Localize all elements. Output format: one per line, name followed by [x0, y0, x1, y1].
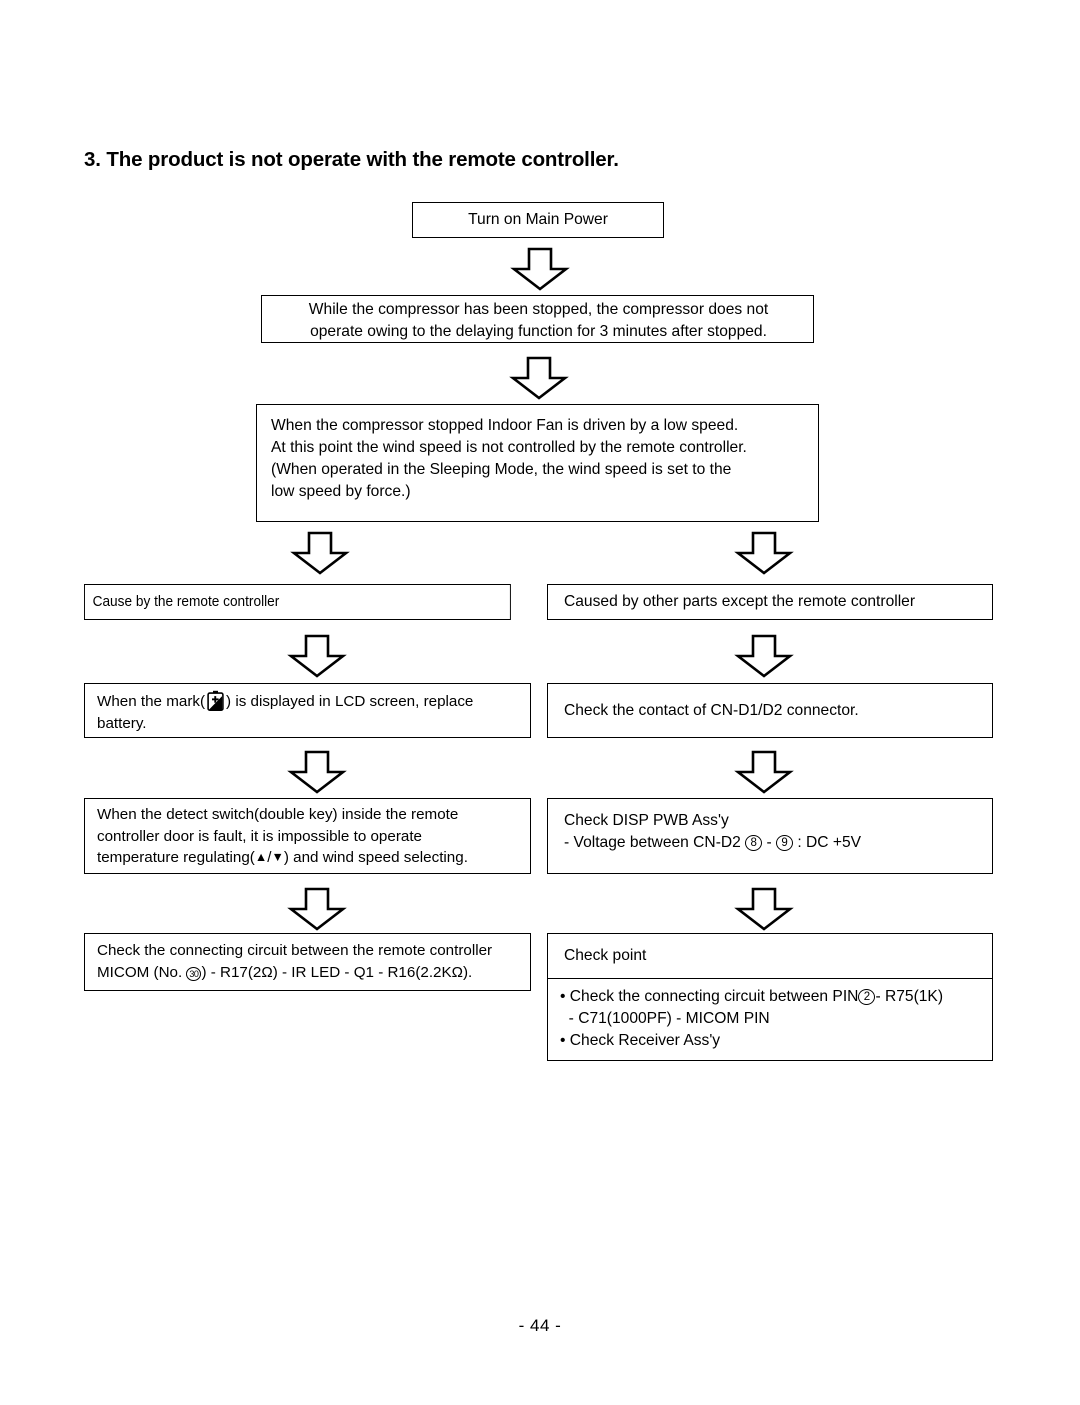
- triangle-up-icon: ▲: [254, 850, 268, 865]
- flow-box-compressor-delay: While the compressor has been stopped, t…: [261, 295, 814, 343]
- down-arrow-icon: [733, 634, 795, 678]
- check-point-bullet-1-continued: - C71(1000PF) - MICOM PIN: [560, 1010, 770, 1028]
- check-point-header: Check point: [548, 934, 992, 979]
- page-number: - 44 -: [518, 1316, 562, 1335]
- fan-note-line-1: When the compressor stopped Indoor Fan i…: [271, 417, 739, 434]
- battery-text-part-2: ) is displayed in LCD screen, replace: [226, 693, 474, 710]
- disp-line-2: - Voltage between CN-D2 8 - 9 : DC +5V: [564, 832, 984, 854]
- down-arrow-icon: [509, 247, 571, 291]
- flow-box-detect-switch: When the detect switch(double key) insid…: [84, 798, 531, 874]
- disp-line-2-separator: -: [762, 834, 777, 852]
- down-arrow-icon: [733, 887, 795, 931]
- flow-box-cause-other-parts: Caused by other parts except the remote …: [547, 584, 993, 620]
- delay-note-line-1: While the compressor has been stopped, t…: [308, 301, 769, 318]
- check-point-bullet-2: • Check Receiver Ass'y: [560, 1032, 721, 1050]
- circled-number-30-icon: 30: [186, 966, 202, 981]
- flow-box-check-disp-pwb: Check DISP PWB Ass'y - Voltage between C…: [547, 798, 993, 874]
- flow-box-label: Turn on Main Power: [468, 211, 608, 228]
- disp-line-2-suffix: : DC +5V: [793, 834, 862, 852]
- triangle-down-icon: ▼: [271, 850, 284, 865]
- down-arrow-icon: [286, 634, 348, 678]
- down-arrow-icon: [733, 750, 795, 794]
- check-point-bullet-1: • Check the connecting circuit between P…: [560, 986, 986, 1008]
- down-arrow-icon: [286, 887, 348, 931]
- battery-low-icon: [207, 690, 224, 711]
- down-arrow-icon: [733, 531, 795, 575]
- down-arrow-icon: [286, 750, 348, 794]
- detect-line-1: When the detect switch(double key) insid…: [97, 806, 459, 823]
- fan-note-line-4: low speed by force.): [271, 483, 411, 501]
- flow-box-cause-remote-controller: Cause by the remote controller: [84, 584, 511, 620]
- fan-note-line-3: (When operated in the Sleeping Mode, the…: [271, 461, 732, 479]
- check-point-bullet-1-suffix: - R75(1K): [875, 988, 944, 1005]
- flow-box-turn-on-main-power: Turn on Main Power: [412, 202, 664, 238]
- detect-line-2: controller door is fault, it is impossib…: [97, 827, 422, 845]
- flow-box-check-point: Check point • Check the connecting circu…: [547, 933, 993, 1061]
- flow-box-label: Caused by other parts except the remote …: [564, 593, 916, 610]
- circled-pin-8-icon: 8: [745, 835, 763, 852]
- detect-line-3: temperature regulating(▲/▼) and wind spe…: [97, 847, 522, 869]
- delay-note-line-2: operate owing to the delaying function f…: [310, 323, 767, 341]
- micom-line-2: MICOM (No. 30) - R17(2Ω) - IR LED - Q1 -…: [97, 962, 522, 984]
- micom-line-2-suffix: ) - R17(2Ω) - IR LED - Q1 - R16(2.2KΩ).: [201, 963, 473, 981]
- detect-line-3-prefix: temperature regulating(: [97, 849, 255, 867]
- flow-box-check-connector: Check the contact of CN-D1/D2 connector.: [547, 683, 993, 738]
- flow-box-label: Cause by the remote controller: [92, 594, 280, 610]
- check-point-bullet-1-prefix: • Check the connecting circuit between P…: [560, 988, 859, 1005]
- flow-box-indoor-fan-note: When the compressor stopped Indoor Fan i…: [256, 404, 819, 522]
- circled-pin-2-icon: 2: [858, 989, 876, 1005]
- flow-box-micom-circuit: Check the connecting circuit between the…: [84, 933, 531, 991]
- flow-box-label: Check the contact of CN-D1/D2 connector.: [564, 702, 859, 719]
- disp-line-1: Check DISP PWB Ass'y: [564, 812, 729, 829]
- page-title: 3. The product is not operate with the r…: [84, 148, 619, 171]
- down-arrow-icon: [289, 531, 351, 575]
- check-point-body: • Check the connecting circuit between P…: [548, 979, 992, 1052]
- flow-box-replace-battery: When the mark( ) is displayed in LCD scr…: [84, 683, 531, 738]
- circled-pin-9-icon: 9: [776, 835, 794, 852]
- fan-note-line-2: At this point the wind speed is not cont…: [271, 439, 747, 457]
- micom-line-1: Check the connecting circuit between the…: [97, 942, 493, 959]
- battery-text-part-1: When the mark(: [97, 693, 206, 710]
- down-arrow-icon: [508, 356, 570, 400]
- detect-line-3-suffix: ) and wind speed selecting.: [283, 849, 468, 867]
- document-page: 3. The product is not operate with the r…: [0, 0, 1080, 1405]
- disp-line-2-prefix: - Voltage between CN-D2: [564, 834, 746, 852]
- micom-line-2-prefix: MICOM (No.: [97, 963, 187, 981]
- battery-text-part-3: battery.: [97, 714, 147, 732]
